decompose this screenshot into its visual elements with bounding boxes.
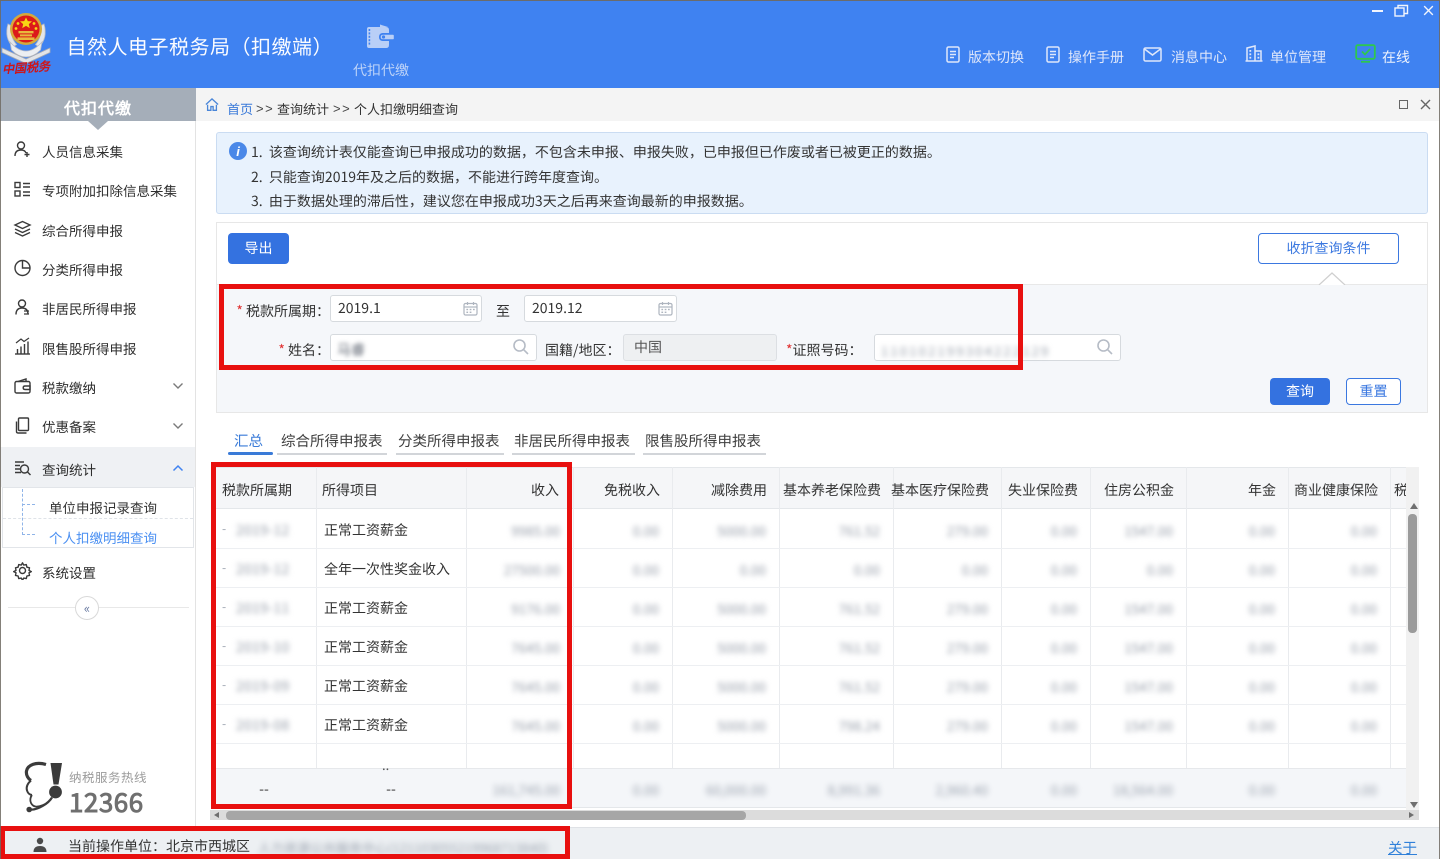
svg-text:中国税务: 中国税务 bbox=[1, 57, 52, 74]
